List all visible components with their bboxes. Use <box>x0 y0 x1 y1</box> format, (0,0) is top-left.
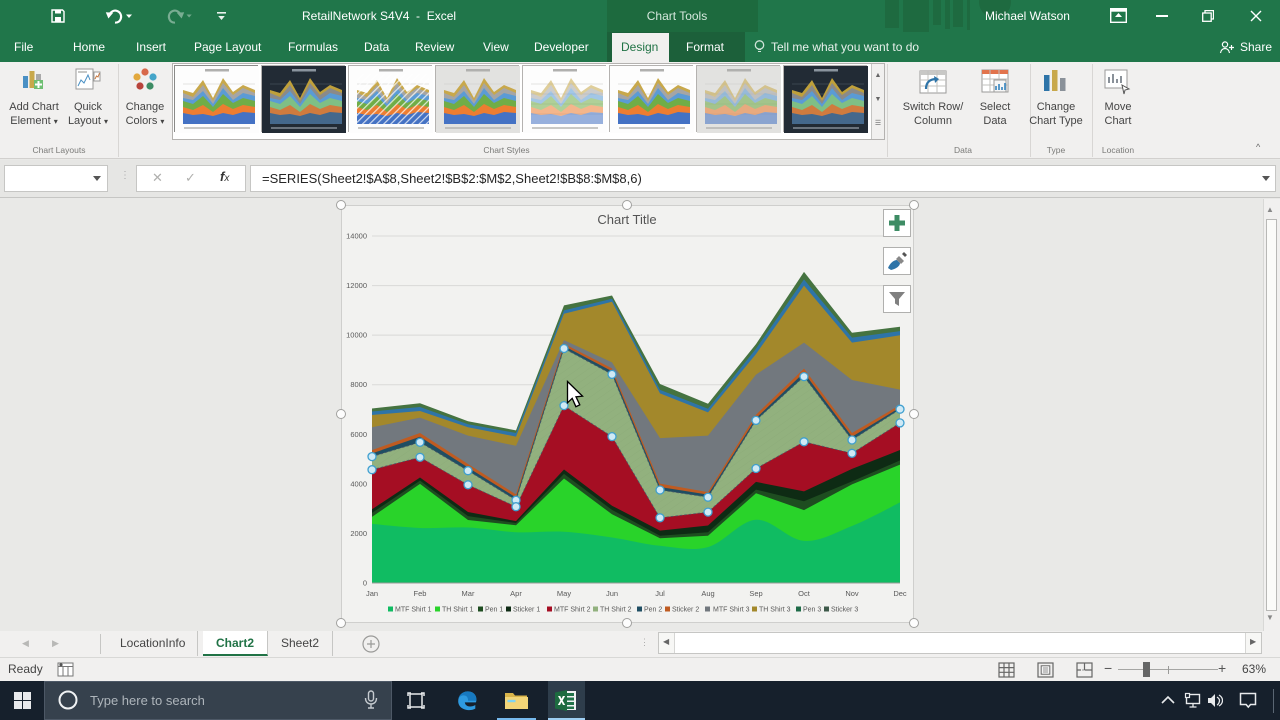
svg-text:Jul: Jul <box>655 589 665 598</box>
svg-text:4000: 4000 <box>350 479 367 488</box>
svg-text:Sticker 2: Sticker 2 <box>672 607 699 614</box>
svg-text:0: 0 <box>363 579 367 588</box>
svg-text:Jan: Jan <box>366 589 378 598</box>
svg-text:Sep: Sep <box>749 589 762 598</box>
svg-text:Sticker 1: Sticker 1 <box>513 607 540 614</box>
svg-text:8000: 8000 <box>350 380 367 389</box>
svg-text:14000: 14000 <box>346 232 367 241</box>
svg-text:Nov: Nov <box>845 589 859 598</box>
svg-text:Oct: Oct <box>798 589 811 598</box>
svg-text:2000: 2000 <box>350 529 367 538</box>
svg-text:Feb: Feb <box>414 589 427 598</box>
svg-text:TH Shirt 2: TH Shirt 2 <box>600 607 632 614</box>
svg-text:Sticker 3: Sticker 3 <box>831 607 858 614</box>
svg-text:Dec: Dec <box>893 589 907 598</box>
svg-text:MTF Shirt 2: MTF Shirt 2 <box>554 607 591 614</box>
svg-text:Apr: Apr <box>510 589 522 598</box>
svg-text:May: May <box>557 589 571 598</box>
svg-text:Pen 3: Pen 3 <box>803 607 821 614</box>
svg-text:Jun: Jun <box>606 589 618 598</box>
svg-text:TH Shirt 3: TH Shirt 3 <box>759 607 791 614</box>
svg-text:Pen 2: Pen 2 <box>644 607 662 614</box>
svg-text:12000: 12000 <box>346 281 367 290</box>
svg-text:Chart Title: Chart Title <box>597 212 656 227</box>
svg-text:10000: 10000 <box>346 331 367 340</box>
svg-text:Pen 1: Pen 1 <box>485 607 503 614</box>
svg-text:TH Shirt 1: TH Shirt 1 <box>442 607 474 614</box>
svg-text:MTF Shirt 3: MTF Shirt 3 <box>713 607 750 614</box>
svg-text:Aug: Aug <box>701 589 714 598</box>
svg-text:6000: 6000 <box>350 430 367 439</box>
svg-text:Mar: Mar <box>462 589 475 598</box>
svg-text:MTF Shirt 1: MTF Shirt 1 <box>395 607 432 614</box>
